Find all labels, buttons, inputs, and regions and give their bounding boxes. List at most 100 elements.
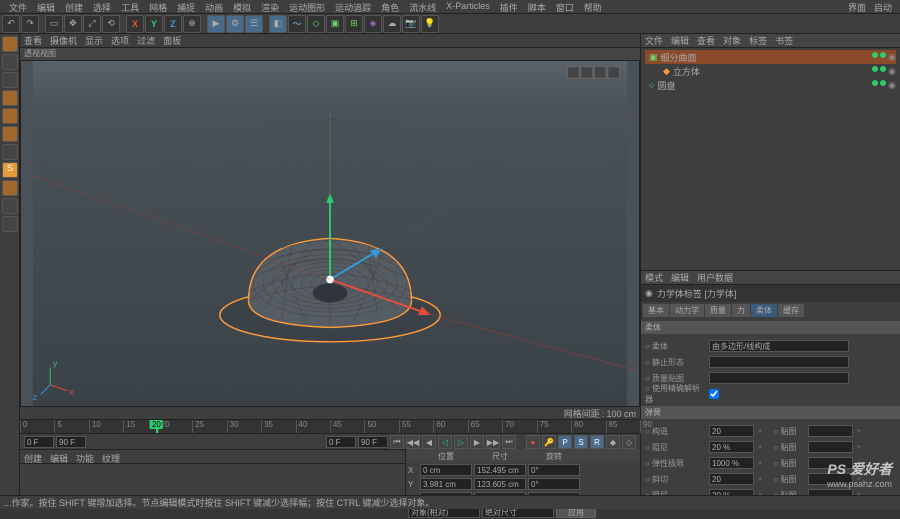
subtab-基本[interactable]: 基本 <box>643 304 669 317</box>
pos-x[interactable] <box>420 464 472 476</box>
next-frame[interactable]: ▶ <box>470 435 484 449</box>
perspective-viewport[interactable]: y x z <box>20 60 640 407</box>
subtab-力[interactable]: 力 <box>732 304 750 317</box>
menu-窗口[interactable]: 窗口 <box>551 1 579 12</box>
subtab-动力学[interactable]: 动力学 <box>670 304 704 317</box>
prim-spline[interactable]: ～ <box>288 15 306 33</box>
render-settings[interactable]: ⚙ <box>226 15 244 33</box>
point-mode[interactable] <box>2 90 18 106</box>
menu-动画[interactable]: 动画 <box>200 1 228 12</box>
key-rot[interactable]: R <box>590 435 604 449</box>
autokey[interactable]: 🔑 <box>542 435 556 449</box>
move-tool[interactable]: ✥ <box>64 15 82 33</box>
prev-frame[interactable]: ◀ <box>422 435 436 449</box>
mode-toolbar: S <box>0 34 20 509</box>
poly-mode[interactable] <box>2 126 18 142</box>
object-细分曲面[interactable]: ▣细分曲面◉ <box>645 50 896 64</box>
deformer[interactable]: ◈ <box>364 15 382 33</box>
frame-start[interactable] <box>326 436 356 448</box>
undo-button[interactable]: ↶ <box>2 15 20 33</box>
world-axis[interactable]: ⊕ <box>183 15 201 33</box>
play[interactable]: ▷ <box>454 435 468 449</box>
menu-网格[interactable]: 网格 <box>144 1 172 12</box>
rot-x[interactable] <box>528 464 580 476</box>
axis-y[interactable]: Y <box>145 15 163 33</box>
tweak-mode[interactable] <box>2 198 18 214</box>
pos-y[interactable] <box>420 478 472 490</box>
workplane[interactable] <box>2 180 18 196</box>
group-springs[interactable]: 弹簧 <box>641 406 900 419</box>
menu-工具[interactable]: 工具 <box>116 1 144 12</box>
menu-创建[interactable]: 创建 <box>60 1 88 12</box>
axis-mode[interactable] <box>2 144 18 160</box>
redo-button[interactable]: ↷ <box>21 15 39 33</box>
prev-key[interactable]: ◀◀ <box>406 435 420 449</box>
menu-捕捉[interactable]: 捕捉 <box>172 1 200 12</box>
object-mode[interactable] <box>2 54 18 70</box>
subtab-质量[interactable]: 质量 <box>705 304 731 317</box>
subtab-缓存[interactable]: 缓存 <box>778 304 804 317</box>
menu-渲染[interactable]: 渲染 <box>256 1 284 12</box>
snap-toggle[interactable]: S <box>2 162 18 178</box>
key-param[interactable]: ◆ <box>606 435 620 449</box>
generator[interactable]: ◇ <box>307 15 325 33</box>
material-tabs[interactable]: 创建编辑功能纹理 <box>20 450 405 464</box>
range-start[interactable] <box>24 436 54 448</box>
menu-插件[interactable]: 插件 <box>495 1 523 12</box>
select-tool[interactable]: ▭ <box>45 15 63 33</box>
prim-cube[interactable]: ◧ <box>269 15 287 33</box>
range-end[interactable] <box>56 436 86 448</box>
menu-脚本[interactable]: 脚本 <box>523 1 551 12</box>
status-bar: ...作家。按住 SHIFT 键增加选择。节点编辑模式时按住 SHIFT 键减少… <box>0 495 900 509</box>
viewport-solo[interactable] <box>2 216 18 232</box>
objmgr-tabs[interactable]: 文件编辑查看对象标签书签 <box>641 34 900 48</box>
size-x[interactable] <box>474 464 526 476</box>
render-view[interactable]: ▶ <box>207 15 225 33</box>
axis-z[interactable]: Z <box>164 15 182 33</box>
menu-运动图形[interactable]: 运动图形 <box>284 1 330 12</box>
subdivision[interactable]: ▣ <box>326 15 344 33</box>
model-mode[interactable] <box>2 36 18 52</box>
play-back[interactable]: ◁ <box>438 435 452 449</box>
menu-角色[interactable]: 角色 <box>376 1 404 12</box>
array[interactable]: ⊞ <box>345 15 363 33</box>
goto-start[interactable]: ⏮ <box>390 435 404 449</box>
environment[interactable]: ☁ <box>383 15 401 33</box>
edge-mode[interactable] <box>2 108 18 124</box>
subtab-柔体[interactable]: 柔体 <box>751 304 777 317</box>
menu-选择[interactable]: 选择 <box>88 1 116 12</box>
main-menu[interactable]: 文件编辑创建选择工具网格捕捉动画模拟渲染运动图形运动追踪角色流水线X-Parti… <box>0 0 900 14</box>
attr-tabs[interactable]: 模式编辑用户数据 <box>641 271 900 285</box>
menu-编辑[interactable]: 编辑 <box>32 1 60 12</box>
object-圆盘[interactable]: ○圆盘◉ <box>645 78 896 92</box>
key-scale[interactable]: S <box>574 435 588 449</box>
light[interactable]: 💡 <box>421 15 439 33</box>
menu-模拟[interactable]: 模拟 <box>228 1 256 12</box>
camera[interactable]: 📷 <box>402 15 420 33</box>
timeline[interactable]: 05101520253035404550556065707580859020 ⏮… <box>20 419 640 449</box>
rotate-tool[interactable]: ⟲ <box>102 15 120 33</box>
viewport-menu[interactable]: 查看摄像机显示选项过滤面板 <box>20 34 640 48</box>
next-key[interactable]: ▶▶ <box>486 435 500 449</box>
menu-流水线[interactable]: 流水线 <box>404 1 441 12</box>
menu-运动追踪[interactable]: 运动追踪 <box>330 1 376 12</box>
rot-y[interactable] <box>528 478 580 490</box>
menu-X-Particles[interactable]: X-Particles <box>441 1 495 12</box>
key-pos[interactable]: P <box>558 435 572 449</box>
attr-subtabs[interactable]: 基本动力学质量力柔体缓存 <box>641 302 900 319</box>
record-key[interactable]: ● <box>526 435 540 449</box>
size-y[interactable] <box>474 478 526 490</box>
key-pla[interactable]: ◇ <box>622 435 636 449</box>
axis-x[interactable]: X <box>126 15 144 33</box>
object-立方体[interactable]: ◆立方体◉ <box>645 64 896 78</box>
timeline-ruler[interactable]: 05101520253035404550556065707580859020 <box>20 420 640 434</box>
scale-tool[interactable]: ⤢ <box>83 15 101 33</box>
object-tree[interactable]: ▣细分曲面◉◆立方体◉○圆盘◉ <box>641 48 900 94</box>
menu-文件[interactable]: 文件 <box>4 1 32 12</box>
menu-帮助[interactable]: 帮助 <box>579 1 607 12</box>
render-queue[interactable]: ☰ <box>245 15 263 33</box>
goto-end[interactable]: ⏭ <box>502 435 516 449</box>
frame-end[interactable] <box>358 436 388 448</box>
group-softbody[interactable]: 柔体 <box>641 321 900 334</box>
texture-mode[interactable] <box>2 72 18 88</box>
